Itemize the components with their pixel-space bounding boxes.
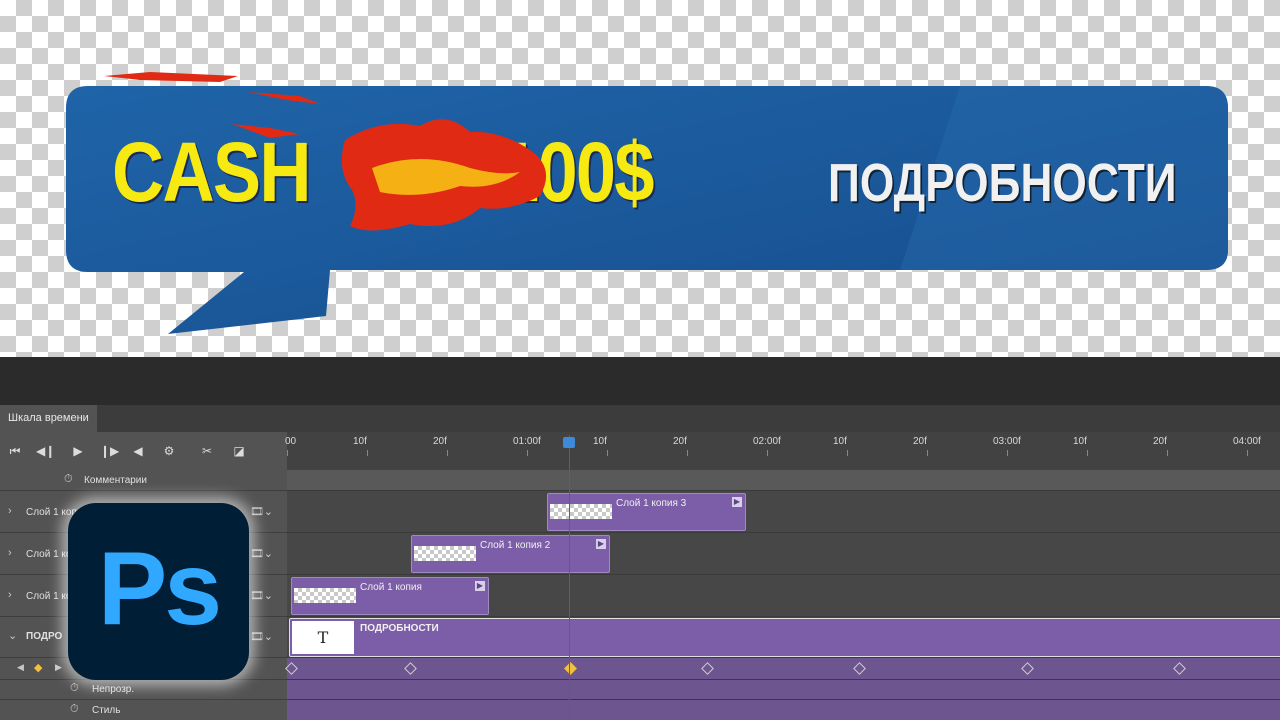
ruler-tick-label: 20f [913, 436, 927, 447]
ruler-tick-label: 02:00f [753, 436, 781, 447]
video-clip[interactable]: Слой 1 копия 3 ▶ [547, 493, 746, 531]
stopwatch-icon[interactable]: ⏱ [70, 682, 79, 695]
film-icon[interactable]: 🎞⌄ [250, 547, 273, 560]
ruler-tick-label: 20f [1153, 436, 1167, 447]
next-keyframe-icon[interactable]: ▶ [55, 662, 62, 673]
tab-timeline[interactable]: Шкала времени [0, 405, 97, 432]
video-clip[interactable]: Слой 1 копия 2 ▶ [411, 535, 610, 573]
keyframe-marker[interactable] [285, 662, 298, 675]
audio-icon[interactable]: ◀ [129, 442, 147, 460]
ruler-tick-label: 01:00f [513, 436, 541, 447]
split-scissors-icon[interactable]: ✂ [198, 442, 216, 460]
keyframe-marker[interactable] [701, 662, 714, 675]
keyframe-track [285, 658, 1280, 680]
document-canvas[interactable]: CASH T 100$ ПОДРОБНОСТИ [0, 0, 1280, 357]
keyframe-marker[interactable] [853, 662, 866, 675]
layer-name: Слой 1 ко [26, 549, 72, 560]
ruler-tick [287, 450, 288, 456]
ruler-tick-label: 10f [833, 436, 847, 447]
ruler-tick-label: 03:00f [993, 436, 1021, 447]
layer-name: Слой 1 ко [26, 591, 72, 602]
style-row: ⏱ Стиль [0, 700, 287, 720]
layer-track: T ПОДРОБНОСТИ [287, 617, 1280, 658]
previous-frame-icon[interactable]: ◀❙ [36, 442, 55, 460]
ruler-tick-label: 10f [593, 436, 607, 447]
next-frame-icon[interactable]: ❙▶ [100, 442, 119, 460]
opacity-track[interactable] [287, 680, 1280, 700]
expand-chevron-icon[interactable]: › [8, 547, 12, 559]
text-thumbnail: T [292, 621, 354, 654]
expand-chevron-icon[interactable]: › [8, 589, 12, 601]
clip-label: Слой 1 копия 3 [616, 498, 687, 509]
opacity-label: Непрозр. [92, 684, 135, 695]
expand-chevron-icon[interactable]: › [8, 505, 12, 517]
layer-track: Слой 1 копия 3 ▶ [287, 491, 1280, 533]
prev-keyframe-icon[interactable]: ◀ [17, 662, 24, 673]
ruler-tick-label: 04:00f [1233, 436, 1261, 447]
logo-text: Ps [97, 531, 222, 647]
keyframe-marker[interactable] [1173, 662, 1186, 675]
ruler-tick-label: 10f [1073, 436, 1087, 447]
film-icon[interactable]: 🎞⌄ [250, 630, 273, 643]
go-to-first-frame-icon[interactable]: ⏮ [6, 442, 24, 460]
ruler-tick [1247, 450, 1248, 456]
clip-thumbnail [414, 546, 476, 561]
keyframe-marker[interactable] [1021, 662, 1034, 675]
layer-track: Слой 1 копия ▶ [287, 575, 1280, 617]
film-icon[interactable]: 🎞⌄ [250, 505, 273, 518]
clip-menu-icon[interactable]: ▶ [475, 581, 485, 591]
text-clip[interactable]: T ПОДРОБНОСТИ [289, 618, 1280, 657]
clip-label: Слой 1 копия 2 [480, 540, 551, 551]
workspace-divider [0, 357, 1280, 405]
playhead-line [569, 435, 570, 720]
add-keyframe-icon[interactable]: ◆ [34, 661, 42, 674]
ruler-tick [447, 450, 448, 456]
clip-thumbnail [550, 504, 612, 519]
comments-row: ⏱ Комментарии [0, 470, 287, 491]
clip-menu-icon[interactable]: ▶ [732, 497, 742, 507]
video-clip[interactable]: Слой 1 копия ▶ [291, 577, 489, 615]
clip-label: Слой 1 копия [360, 582, 422, 593]
style-label: Стиль [92, 705, 121, 716]
ruler-tick-label: 10f [353, 436, 367, 447]
keyframe-marker[interactable] [404, 662, 417, 675]
ruler-tick [607, 450, 608, 456]
settings-gear-icon[interactable]: ⚙ [160, 442, 178, 460]
ruler-tick [767, 450, 768, 456]
ruler-tick [687, 450, 688, 456]
photoshop-logo: Ps [68, 503, 249, 680]
keyframe-marker[interactable] [564, 662, 577, 675]
ruler-tick-label: 00 [285, 436, 297, 447]
ruler-tick [1087, 450, 1088, 456]
stopwatch-icon[interactable]: ⏱ [70, 703, 79, 716]
playhead-handle[interactable] [563, 437, 575, 448]
time-ruler[interactable]: 00 10f 20f 01:00f 10f 20f 02:00f 10f 20f 03:00f 10… [285, 432, 1280, 470]
film-icon[interactable]: 🎞⌄ [250, 589, 273, 602]
stopwatch-icon[interactable]: ⏱ [64, 473, 73, 486]
ruler-tick [1167, 450, 1168, 456]
play-icon[interactable]: ▶ [69, 442, 87, 460]
collapse-chevron-icon[interactable]: ⌄ [8, 629, 17, 642]
ruler-tick-label: 20f [673, 436, 687, 447]
clip-label: ПОДРОБНОСТИ [360, 623, 439, 634]
comments-label: Комментарии [84, 475, 147, 486]
comments-track[interactable] [287, 470, 1280, 491]
clip-thumbnail [294, 588, 356, 603]
cta-text: ПОДРОБНОСТИ [828, 153, 1177, 213]
ruler-tick [367, 450, 368, 456]
ruler-tick-label: 20f [433, 436, 447, 447]
panel-tab-bar: Шкала времени [0, 405, 1280, 432]
layer-name: ПОДРО [26, 631, 63, 642]
ruler-tick [927, 450, 928, 456]
style-track[interactable] [287, 700, 1280, 720]
opacity-row: ⏱ Непрозр. [0, 680, 287, 700]
ruler-tick [847, 450, 848, 456]
ruler-tick [527, 450, 528, 456]
clip-menu-icon[interactable]: ▶ [596, 539, 606, 549]
playback-controls: ⏮ ◀❙ ▶ ❙▶ ◀ ⚙ ✂ ◪ [0, 432, 287, 471]
layer-track: Слой 1 копия 2 ▶ [287, 533, 1280, 575]
transition-icon[interactable]: ◪ [230, 442, 248, 460]
ruler-tick [1007, 450, 1008, 456]
